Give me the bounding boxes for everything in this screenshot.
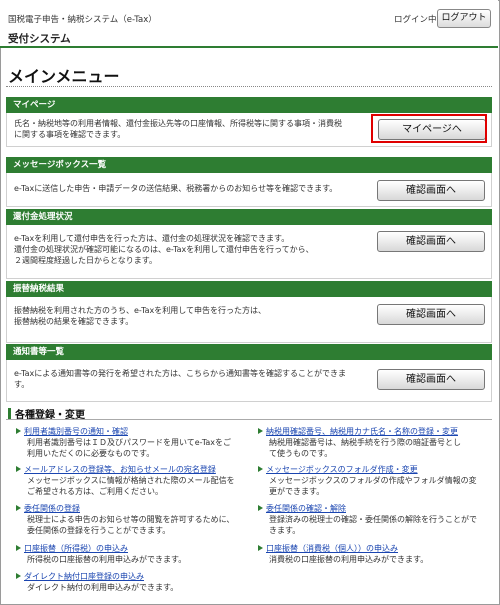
system-name: 国税電子申告・納税システム（e-Tax）	[8, 15, 157, 25]
section-title: メッセージボックス一覧	[6, 157, 492, 173]
logout-button[interactable]: ログアウト	[437, 9, 491, 28]
reg-item-email: メールアドレスの登録等、お知らせメールの宛名登録 メッセージボックスに情報が格納…	[16, 464, 248, 497]
section-title: マイページ	[6, 97, 492, 113]
arrow-icon	[16, 466, 21, 472]
arrow-icon	[16, 573, 21, 579]
arrow-icon	[258, 505, 263, 511]
arrow-icon	[258, 428, 263, 434]
arrow-icon	[258, 545, 263, 551]
income-tax-transfer-link[interactable]: 口座振替（所得税）の申込み	[16, 543, 248, 554]
login-status: ログイン中	[394, 15, 437, 25]
section-description: e-Taxによる通知書等の発行を希望された方は、こちらから通知書等を確認すること…	[14, 368, 346, 390]
reg-item-payment-code: 納税用確認番号、納税用カナ氏名・名称の登録・変更 納税用確認番号は、納税手続を行…	[258, 426, 490, 459]
section-body: e-Taxを利用して還付申告を行った方は、還付金の処理状況を確認できます。 還付…	[6, 225, 492, 279]
registration-divider	[6, 419, 492, 420]
delegation-link[interactable]: 委任関係の登録	[16, 503, 248, 514]
description-line: e-Taxによる通知書等の発行を希望された方は、こちらから通知書等を確認すること…	[14, 369, 347, 378]
reg-desc: メッセージボックスに情報が格納された際のメール配信を ご希望される方は、ご利用くだ…	[27, 476, 235, 496]
reg-desc: 税理士による申告のお知らせ等の閲覧を許可するために、 委任関係の登録を行うことがで…	[27, 515, 235, 535]
header: 国税電子申告・納税システム（e-Tax） 受付システム ログイン中 ログアウト	[0, 0, 498, 48]
description-line: に関する事項を確認できます。	[14, 130, 126, 139]
reg-item-folder: メッセージボックスのフォルダ作成・変更 メッセージボックスのフォルダの作成やフォ…	[258, 464, 490, 497]
refund-status-button[interactable]: 確認画面へ	[377, 231, 485, 252]
folder-link[interactable]: メッセージボックスのフォルダ作成・変更	[258, 464, 490, 475]
reg-item-income-tax-transfer: 口座振替（所得税）の申込み 所得税の口座振替の利用申込みができます。	[16, 543, 248, 565]
section-body: 振替納税を利用された方のうち、e-Taxを利用して申告を行った方は、 振替納税の…	[6, 297, 492, 343]
highlight-box	[371, 114, 487, 143]
section-description: 氏名・納税地等の利用者情報、還付金振込先等の口座情報、所得税等に関する事項・消費…	[14, 118, 342, 140]
email-link[interactable]: メールアドレスの登録等、お知らせメールの宛名登録	[16, 464, 248, 475]
section-body: e-Taxに送信した申告・申請データの送信結果、税務署からのお知らせ等を確認でき…	[6, 173, 492, 207]
section-transfer-result: 振替納税結果 振替納税を利用された方のうち、e-Taxを利用して申告を行った方は…	[6, 281, 492, 343]
reg-item-delegation-check: 委任関係の確認・解除 登録済みの税理士の確認・委任関係の解除を行うことがで きます…	[258, 503, 490, 536]
description-line: 氏名・納税地等の利用者情報、還付金振込先等の口座情報、所得税等に関する事項・消費…	[14, 119, 342, 128]
direct-payment-link[interactable]: ダイレクト納付口座登録の申込み	[16, 571, 248, 582]
consumption-tax-transfer-link[interactable]: 口座振替（消費税（個人））の申込み	[258, 543, 490, 554]
reg-desc: 所得税の口座振替の利用申込みができます。	[27, 555, 187, 564]
section-title: 振替納税結果	[6, 281, 492, 297]
reg-desc: ダイレクト納付の利用申込みができます。	[27, 583, 179, 592]
reg-item-consumption-tax-transfer: 口座振替（消費税（個人））の申込み 消費税の口座振替の利用申込みができます。	[258, 543, 490, 565]
description-line: ２週間程度経過した日からとなります。	[14, 256, 157, 265]
section-description: e-Taxを利用して還付申告を行った方は、還付金の処理状況を確認できます。 還付…	[14, 233, 314, 266]
reg-item-user-id: 利用者識別番号の通知・確認 利用者識別番号はＩＤ及びパスワードを用いてe-Tax…	[16, 426, 248, 459]
arrow-icon	[16, 428, 21, 434]
reg-desc: メッセージボックスのフォルダの作成やフォルダ情報の変 更ができます。	[269, 476, 477, 496]
description-line: す。	[14, 380, 30, 389]
section-description: 振替納税を利用された方のうち、e-Taxを利用して申告を行った方は、 振替納税の…	[14, 305, 266, 327]
section-title: 通知書等一覧	[6, 344, 492, 360]
description-line: e-Taxに送信した申告・申請データの送信結果、税務署からのお知らせ等を確認でき…	[14, 184, 338, 193]
description-line: e-Taxを利用して還付申告を行った方は、還付金の処理状況を確認できます。	[14, 234, 290, 243]
delegation-check-link[interactable]: 委任関係の確認・解除	[258, 503, 490, 514]
section-notices: 通知書等一覧 e-Taxによる通知書等の発行を希望された方は、こちらから通知書等…	[6, 344, 492, 402]
transfer-result-button[interactable]: 確認画面へ	[377, 304, 485, 325]
reg-item-delegation: 委任関係の登録 税理士による申告のお知らせ等の閲覧を許可するために、 委任関係の登…	[16, 503, 248, 536]
reg-desc: 消費税の口座振替の利用申込みができます。	[269, 555, 429, 564]
section-title: 還付金処理状況	[6, 209, 492, 225]
user-id-link[interactable]: 利用者識別番号の通知・確認	[16, 426, 248, 437]
section-message-box: メッセージボックス一覧 e-Taxに送信した申告・申請データの送信結果、税務署か…	[6, 157, 492, 207]
subsystem-name: 受付システム	[8, 33, 71, 45]
reg-item-direct-payment: ダイレクト納付口座登録の申込み ダイレクト納付の利用申込みができます。	[16, 571, 248, 593]
section-description: e-Taxに送信した申告・申請データの送信結果、税務署からのお知らせ等を確認でき…	[14, 183, 337, 194]
payment-code-link[interactable]: 納税用確認番号、納税用カナ氏名・名称の登録・変更	[258, 426, 490, 437]
arrow-icon	[16, 505, 21, 511]
message-box-button[interactable]: 確認画面へ	[377, 180, 485, 201]
description-line: 還付金の処理状況が確認可能になるのは、e-Taxを利用して還付申告を行ってから、	[14, 245, 314, 254]
title-divider	[6, 86, 492, 87]
page-title: メインメニュー	[8, 67, 120, 86]
description-line: 振替納税の結果を確認できます。	[14, 317, 134, 326]
notices-button[interactable]: 確認画面へ	[377, 369, 485, 390]
reg-desc: 納税用確認番号は、納税手続を行う際の暗証番号とし て使うものです。	[269, 438, 461, 458]
description-line: 振替納税を利用された方のうち、e-Taxを利用して申告を行った方は、	[14, 306, 267, 315]
arrow-icon	[258, 466, 263, 472]
section-refund-status: 還付金処理状況 e-Taxを利用して還付申告を行った方は、還付金の処理状況を確認…	[6, 209, 492, 279]
arrow-icon	[16, 545, 21, 551]
reg-desc: 登録済みの税理士の確認・委任関係の解除を行うことがで きます。	[269, 515, 477, 535]
section-body: e-Taxによる通知書等の発行を希望された方は、こちらから通知書等を確認すること…	[6, 360, 492, 402]
reg-desc: 利用者識別番号はＩＤ及びパスワードを用いてe-Taxをご 利用いただくのに必要なも…	[27, 438, 232, 458]
